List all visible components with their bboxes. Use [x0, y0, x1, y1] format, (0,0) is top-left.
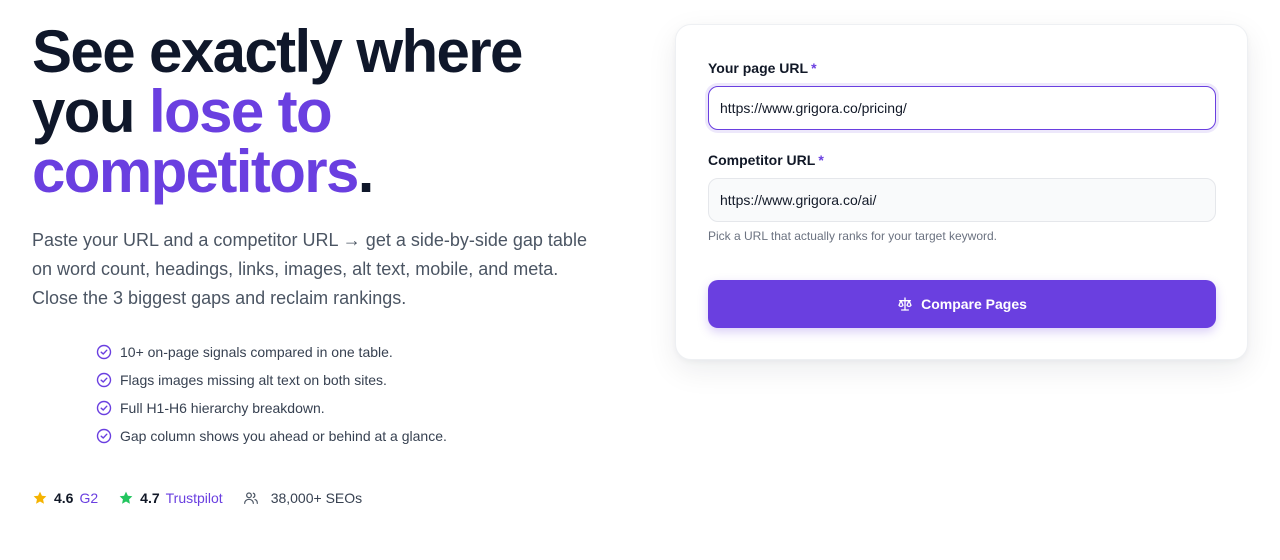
feature-text: 10+ on-page signals compared in one tabl… [120, 344, 393, 360]
star-icon [119, 491, 133, 504]
check-circle-icon [96, 344, 112, 360]
feature-item: Full H1-H6 hierarchy breakdown. [96, 394, 612, 422]
ratings-bar: 4.6 G2 4.7 Trustpilot 38,000+ SEOs [32, 490, 612, 506]
page-url-label-text: Your page URL [708, 60, 809, 76]
rating-source-link[interactable]: G2 [79, 490, 98, 506]
users-icon [243, 490, 265, 506]
competitor-url-label-text: Competitor URL [708, 152, 816, 168]
user-count: 38,000+ SEOs [243, 490, 362, 506]
star-icon [33, 491, 47, 504]
feature-item: 10+ on-page signals compared in one tabl… [96, 338, 612, 366]
rating-trustpilot: 4.7 Trustpilot [118, 490, 223, 506]
hero-section: See exactly where you lose to competitor… [32, 22, 612, 507]
check-circle-icon [96, 400, 112, 416]
compare-form-card: Your page URL* Competitor URL* Pick a UR… [675, 24, 1248, 360]
compare-pages-button[interactable]: Compare Pages [708, 280, 1216, 328]
rating-g2: 4.6 G2 [32, 490, 98, 506]
headline-period: . [357, 138, 375, 205]
feature-text: Full H1-H6 hierarchy breakdown. [120, 400, 325, 416]
headline-accent-text: lose to [148, 78, 333, 145]
headline-line-2: you lose to [32, 82, 612, 142]
rating-score: 4.7 [140, 490, 160, 506]
required-mark: * [811, 60, 817, 76]
required-mark: * [818, 152, 824, 168]
page-url-input[interactable] [708, 86, 1216, 130]
rating-score: 4.6 [54, 490, 74, 506]
page: See exactly where you lose to competitor… [0, 0, 1280, 560]
competitor-url-label: Competitor URL * [708, 152, 824, 168]
feature-item: Flags images missing alt text on both si… [96, 366, 612, 394]
headline-accent-text-2: competitors [32, 138, 359, 205]
competitor-url-input[interactable] [708, 178, 1216, 222]
headline-line-1: See exactly where [32, 18, 523, 85]
feature-list: 10+ on-page signals compared in one tabl… [96, 338, 612, 450]
hero-headline: See exactly where you lose to competitor… [32, 22, 612, 202]
headline-plain-text: you [32, 78, 149, 145]
feature-text: Flags images missing alt text on both si… [120, 372, 387, 388]
competitor-url-hint: Pick a URL that actually ranks for your … [708, 229, 998, 243]
check-circle-icon [96, 428, 112, 444]
feature-item: Gap column shows you ahead or behind at … [96, 422, 612, 450]
check-circle-icon [96, 372, 112, 388]
headline-line-3: competitors. [32, 142, 612, 202]
rating-source-link[interactable]: Trustpilot [166, 490, 223, 506]
feature-text: Gap column shows you ahead or behind at … [120, 428, 447, 444]
page-url-label: Your page URL * [708, 60, 817, 76]
compare-pages-label: Compare Pages [921, 296, 1027, 312]
hero-subtitle: Paste your URL and a competitor URL → ge… [32, 230, 587, 308]
scale-icon [898, 297, 912, 311]
user-count-text: 38,000+ SEOs [270, 490, 363, 506]
